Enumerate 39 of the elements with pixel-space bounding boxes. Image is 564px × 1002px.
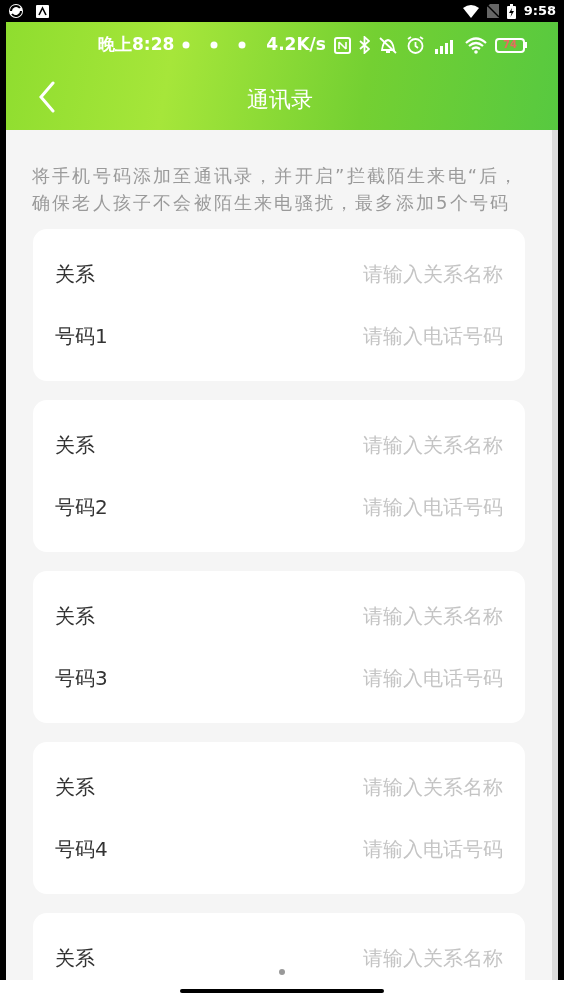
description-text: 将手机号码添加至通讯录，并开启”拦截陌生来电“后，确保老人孩子不会被陌生来电骚扰，最多添加5个号码 bbox=[32, 164, 521, 215]
alarm-icon bbox=[405, 36, 425, 54]
input-field[interactable]: 请输入关系名称 bbox=[243, 259, 503, 289]
input-field[interactable]: 请输入关系名称 bbox=[243, 430, 503, 460]
notification-icon bbox=[182, 41, 191, 49]
field-label: 关系 bbox=[55, 432, 95, 459]
field-label: 关系 bbox=[55, 603, 95, 630]
bluetooth-icon bbox=[358, 36, 370, 54]
wifi-icon bbox=[462, 4, 479, 18]
input-field[interactable]: 请输入电话号码 bbox=[243, 663, 503, 693]
field-label: 关系 bbox=[55, 945, 95, 972]
input-field[interactable]: 请输入电话号码 bbox=[243, 492, 503, 522]
page-title: 通讯录 bbox=[247, 85, 313, 114]
notification-icon bbox=[238, 41, 247, 49]
input-field[interactable]: 请输入关系名称 bbox=[243, 943, 503, 973]
field-label: 号码4 bbox=[55, 836, 108, 863]
field-label: 号码1 bbox=[55, 323, 108, 350]
input-field[interactable]: 请输入电话号码 bbox=[243, 321, 503, 351]
keyboard-icon bbox=[36, 4, 49, 18]
sync-icon bbox=[8, 3, 24, 19]
status-time: 晚上8:28 bbox=[98, 33, 175, 57]
input-field[interactable]: 请输入关系名称 bbox=[243, 601, 503, 631]
home-indicator[interactable] bbox=[180, 989, 384, 993]
nfc-icon bbox=[333, 36, 351, 54]
field-label: 号码2 bbox=[55, 494, 108, 521]
no-sim-icon bbox=[486, 4, 499, 18]
network-speed: 4.2K/s bbox=[266, 33, 326, 57]
field-label: 关系 bbox=[55, 774, 95, 801]
field-label: 号码3 bbox=[55, 665, 108, 692]
input-field[interactable]: 请输入电话号码 bbox=[243, 834, 503, 864]
input-field[interactable]: 请输入关系名称 bbox=[243, 772, 503, 802]
back-icon bbox=[39, 81, 55, 113]
bell-muted-icon bbox=[377, 36, 398, 54]
battery-level: 74 bbox=[502, 40, 517, 50]
wifi-icon bbox=[464, 36, 487, 54]
notification-icon bbox=[210, 41, 219, 49]
status-time: 9:58 bbox=[523, 2, 556, 21]
battery-charging-icon bbox=[506, 3, 516, 19]
field-label: 关系 bbox=[55, 261, 95, 288]
